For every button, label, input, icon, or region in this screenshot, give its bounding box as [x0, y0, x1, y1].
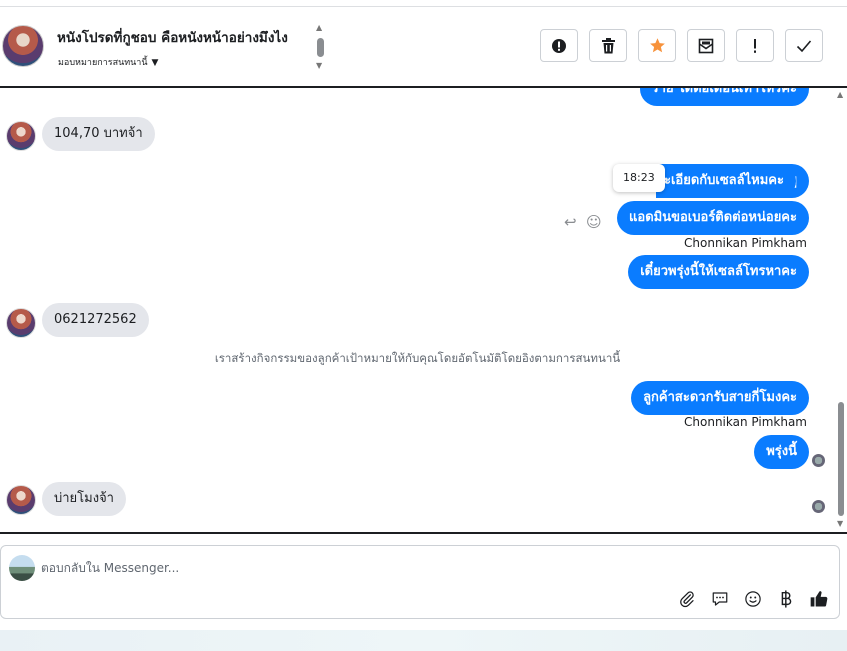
messenger-inbox: หนังโปรดที่กูชอบ คือหนังหน้าอย่างมึงไง ม…: [0, 0, 847, 651]
attach-icon: [679, 590, 694, 607]
like-button[interactable]: [808, 588, 829, 609]
customer-avatar[interactable]: [6, 308, 36, 338]
timestamp-tooltip: 18:23: [613, 164, 665, 192]
scroll-thumb[interactable]: [317, 38, 324, 57]
caret-down-icon: ▼: [151, 58, 159, 68]
seen-avatar-icon: [812, 454, 825, 467]
composer-tools: [676, 588, 829, 609]
message-thread[interactable]: ราย ได้ต่อเดือนเท่าไหร่คะ 104,70 บาทจ้า …: [0, 88, 847, 534]
like-icon: [810, 590, 827, 607]
system-note: เราสร้างกิจกรรมของลูกค้าเป้าหมายให้กับคุ…: [214, 351, 621, 365]
message-bubble-outgoing[interactable]: แอดมินขอเบอร์ติดต่อหน่อยคะ: [617, 201, 809, 235]
message-bubble-outgoing[interactable]: ลูกค้าสะดวกรับสายกี่โมงคะ: [631, 381, 809, 415]
saved-reply-button[interactable]: [709, 588, 730, 609]
trash-icon: [601, 37, 615, 53]
scroll-thumb[interactable]: [838, 402, 844, 516]
reply-input[interactable]: [41, 556, 801, 580]
follow-up-button[interactable]: [736, 29, 774, 62]
reply-icon[interactable]: ↩: [564, 213, 577, 231]
react-emoji-icon[interactable]: ☺: [586, 213, 602, 231]
message-bubble-incoming[interactable]: 104,70 บาทจ้า: [42, 117, 155, 151]
customer-seen-avatar-icon: [812, 500, 825, 513]
message-bubble-outgoing[interactable]: เดี๋ยวพรุ่งนี้ให้เซลล์โทรหาคะ: [628, 255, 809, 289]
message-bubble-outgoing-tail[interactable]: ละเอียดกับเซลล์ไหมคะ: [656, 164, 796, 198]
sender-name: Chonnikan Pimkham: [684, 236, 807, 250]
scroll-down-icon[interactable]: ▼: [316, 61, 322, 70]
mark-unread-button[interactable]: [687, 29, 725, 62]
alert-circle-icon: [552, 38, 566, 53]
assign-conversation-dropdown[interactable]: มอบหมายการสนทนานี้ ▼: [58, 55, 158, 69]
message-bubble-outgoing[interactable]: ราย ได้ต่อเดือนเท่าไหร่คะ: [639, 88, 809, 106]
customer-avatar[interactable]: [6, 121, 36, 151]
saved-reply-icon: [712, 591, 727, 606]
delete-button[interactable]: [589, 29, 627, 62]
thread-scrollbar[interactable]: ▲ ▼: [835, 88, 847, 532]
envelope-open-icon: [698, 38, 714, 53]
star-button[interactable]: [638, 29, 676, 62]
star-icon: [649, 38, 665, 53]
message-bubble-outgoing[interactable]: พรุ่งนี้: [754, 435, 809, 469]
mark-done-button[interactable]: [785, 29, 823, 62]
customer-avatar[interactable]: [6, 485, 36, 515]
scroll-up-icon[interactable]: ▲: [316, 23, 322, 32]
attach-button[interactable]: [676, 588, 697, 609]
payment-button[interactable]: [775, 588, 796, 609]
sender-name: Chonnikan Pimkham: [684, 415, 807, 429]
reply-composer: [0, 545, 840, 619]
my-avatar: [9, 555, 35, 581]
header-actions: [540, 29, 823, 62]
emoji-button[interactable]: [742, 588, 763, 609]
conversation-title: หนังโปรดที่กูชอบ คือหนังหน้าอย่างมึงไง: [57, 30, 288, 46]
baht-icon: [781, 589, 791, 608]
title-scrollbar[interactable]: ▲ ▼: [315, 23, 327, 73]
spam-button[interactable]: [540, 29, 578, 62]
scroll-down-icon[interactable]: ▼: [837, 519, 843, 528]
message-bubble-incoming[interactable]: 0621272562: [42, 303, 149, 337]
emoji-icon: [744, 590, 761, 607]
page-footer-band: [0, 630, 847, 651]
conversation-header: หนังโปรดที่กูชอบ คือหนังหน้าอย่างมึงไง ม…: [0, 6, 847, 88]
assign-label: มอบหมายการสนทนานี้: [58, 58, 148, 68]
exclamation-icon: [754, 38, 756, 53]
scroll-up-icon[interactable]: ▲: [837, 90, 843, 99]
page-avatar[interactable]: [2, 25, 44, 67]
check-icon: [796, 39, 812, 52]
message-bubble-incoming[interactable]: บ่ายโมงจ้า: [42, 482, 126, 516]
